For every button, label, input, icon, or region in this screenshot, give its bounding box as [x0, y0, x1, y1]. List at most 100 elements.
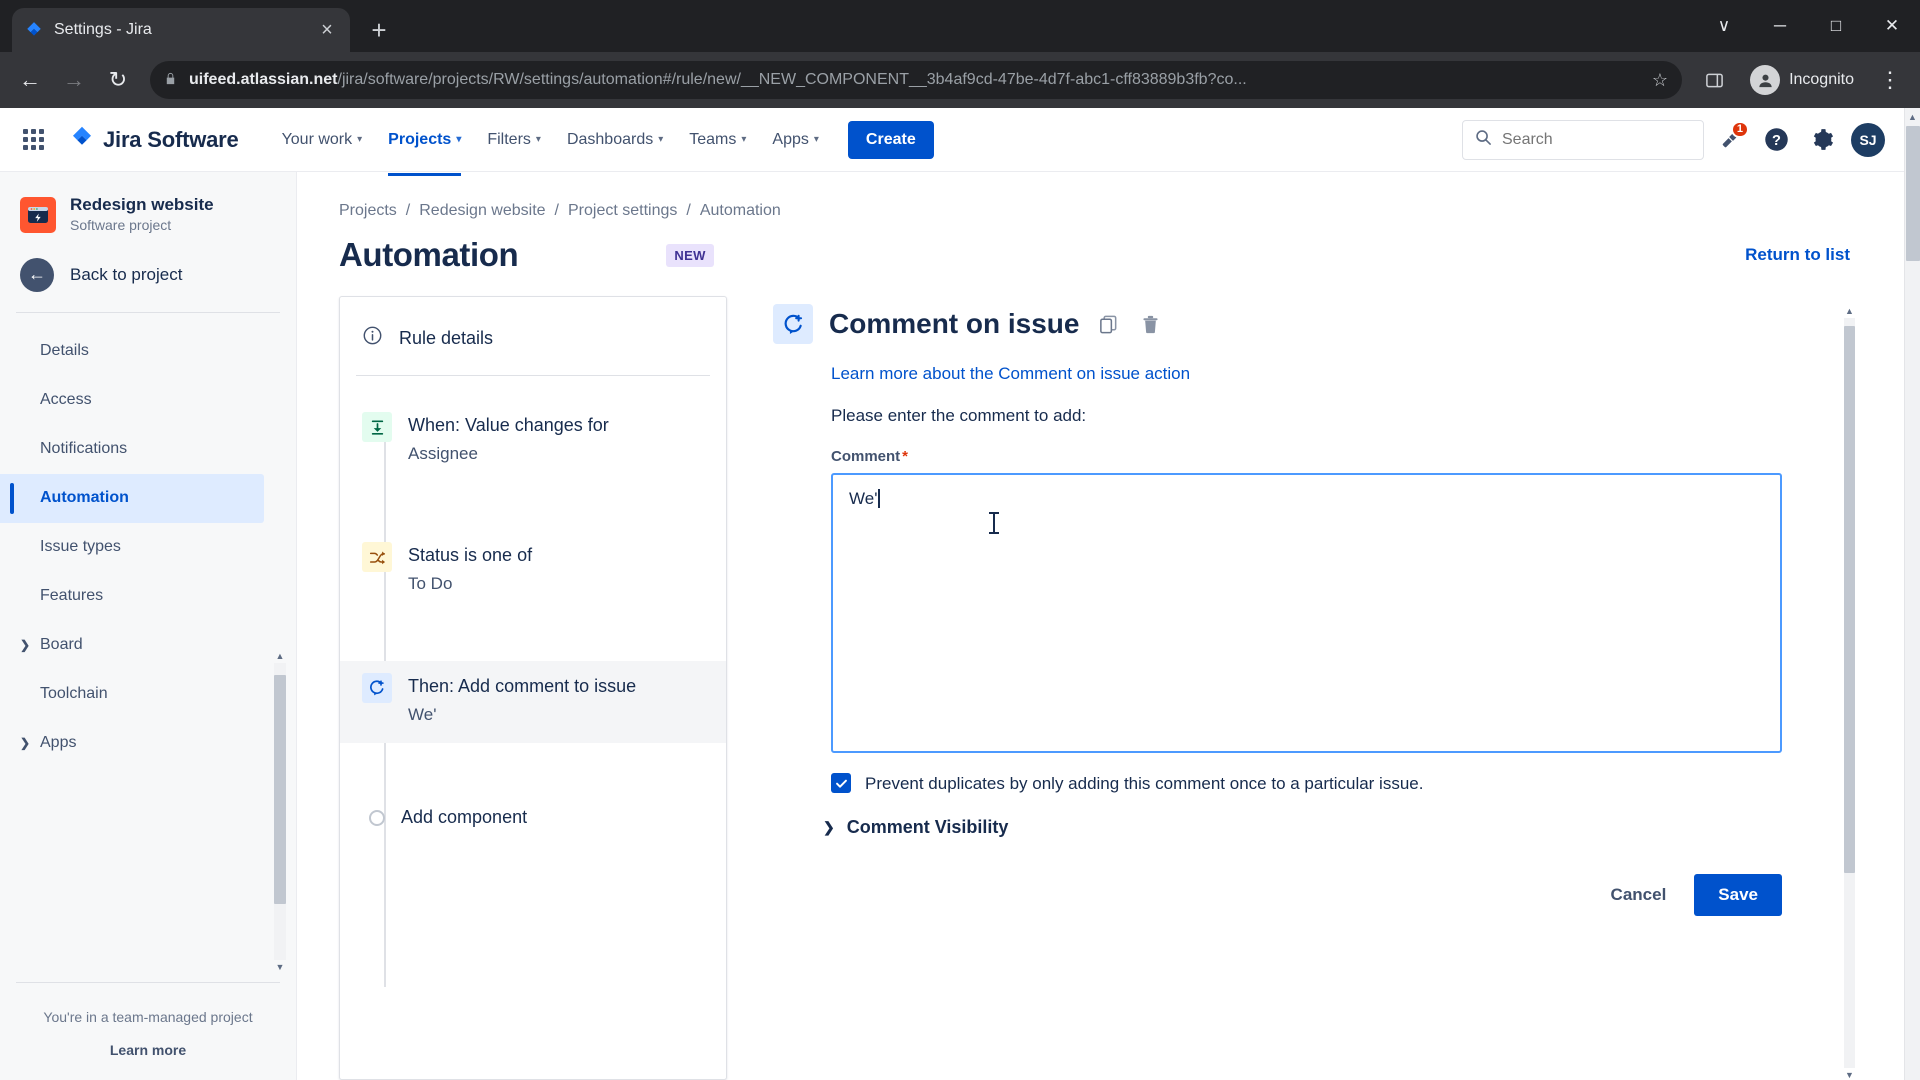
user-avatar[interactable]: SJ: [1848, 120, 1888, 160]
nav-item-filters[interactable]: Filters ▾: [476, 122, 552, 158]
nav-item-teams[interactable]: Teams ▾: [678, 122, 757, 158]
incognito-label: Incognito: [1789, 71, 1854, 88]
bookmark-star-icon[interactable]: ☆: [1652, 70, 1668, 91]
window-minimize-button[interactable]: ─: [1752, 0, 1808, 52]
comment-textarea[interactable]: We': [831, 473, 1782, 753]
reload-button-icon[interactable]: ↻: [98, 60, 138, 100]
sidebar-item-board[interactable]: ❯ Board: [0, 621, 264, 670]
nav-item-apps[interactable]: Apps ▾: [761, 122, 830, 158]
sidebar-item-notifications[interactable]: Notifications: [0, 425, 264, 474]
learn-more-link[interactable]: Learn more: [16, 1042, 280, 1058]
settings-gear-button[interactable]: [1802, 120, 1842, 160]
nav-item-label: Teams: [689, 130, 737, 148]
forward-button-icon[interactable]: →: [54, 60, 94, 100]
sidebar-scrollbar[interactable]: ▲ ▼: [273, 651, 287, 972]
browser-tab[interactable]: Settings - Jira ×: [12, 8, 350, 52]
nav-item-your-work[interactable]: Your work ▾: [271, 122, 374, 158]
help-button[interactable]: ?: [1756, 120, 1796, 160]
breadcrumb-automation[interactable]: Automation: [700, 202, 781, 220]
scroll-up-icon[interactable]: ▲: [276, 651, 285, 661]
url-path: /jira/software/projects/RW/settings/auto…: [337, 71, 1247, 88]
trash-icon[interactable]: [1137, 311, 1163, 337]
comment-visibility-label: Comment Visibility: [846, 816, 1009, 837]
comment-visibility-toggle[interactable]: ❯ Comment Visibility: [823, 817, 1904, 838]
window-chevron-icon[interactable]: ∨: [1696, 0, 1752, 52]
add-component-circle-icon: [369, 809, 385, 826]
side-panel-icon[interactable]: [1694, 60, 1734, 100]
sidebar-item-toolchain[interactable]: Toolchain: [0, 670, 264, 719]
sidebar-item-access[interactable]: Access: [0, 376, 264, 425]
scroll-down-icon[interactable]: ▼: [1845, 1070, 1854, 1080]
incognito-indicator[interactable]: Incognito: [1738, 60, 1866, 100]
search-box[interactable]: [1462, 119, 1704, 160]
rule-step-action[interactable]: Then: Add comment to issue We': [340, 660, 726, 744]
sidebar-scroll-thumb[interactable]: [274, 674, 286, 904]
sidebar-item-label: Issue types: [40, 538, 121, 556]
back-button-icon[interactable]: ←: [10, 60, 50, 100]
cancel-button[interactable]: Cancel: [1597, 875, 1681, 915]
page-title: Automation: [339, 236, 519, 273]
breadcrumb-project-settings[interactable]: Project settings: [568, 202, 677, 220]
rule-details-label: Rule details: [399, 327, 494, 348]
back-to-project-link[interactable]: ← Back to project: [0, 240, 296, 308]
rule-step-condition[interactable]: Status is one of To Do: [340, 530, 726, 612]
window-maximize-button[interactable]: □: [1808, 0, 1864, 52]
sidebar-scroll-track[interactable]: [274, 662, 286, 960]
create-button[interactable]: Create: [847, 120, 934, 159]
prevent-duplicates-checkbox[interactable]: [831, 773, 851, 793]
browser-menu-icon[interactable]: ⋮: [1870, 60, 1910, 100]
copy-icon[interactable]: [1095, 311, 1121, 337]
return-to-list-link[interactable]: Return to list: [1745, 245, 1850, 265]
scroll-down-icon[interactable]: ▼: [276, 962, 285, 972]
notification-badge: 1: [1730, 120, 1749, 138]
rule-details-row[interactable]: Rule details: [340, 297, 726, 375]
app-switcher-icon[interactable]: [16, 123, 50, 157]
window-close-button[interactable]: ✕: [1864, 0, 1920, 52]
nav-item-dashboards[interactable]: Dashboards ▾: [556, 122, 674, 158]
info-icon: [362, 325, 383, 351]
breadcrumb-redesign-website[interactable]: Redesign website: [419, 202, 545, 220]
sidebar-item-automation[interactable]: Automation: [0, 473, 264, 523]
chevron-right-icon[interactable]: ❯: [20, 736, 30, 750]
search-icon: [1475, 129, 1492, 151]
add-component-label: Add component: [401, 807, 528, 828]
nav-item-projects[interactable]: Projects ▾: [377, 122, 472, 176]
learn-more-link[interactable]: Learn more about the Comment on issue ac…: [831, 364, 1904, 384]
page-scrollbar[interactable]: ▲: [1904, 108, 1920, 1080]
scroll-up-icon[interactable]: ▲: [1908, 108, 1917, 125]
browser-toolbar: ← → ↻ uifeed.atlassian.net/jira/software…: [0, 52, 1920, 108]
arrow-left-icon: ←: [20, 257, 54, 292]
prevent-duplicates-row[interactable]: Prevent duplicates by only adding this c…: [831, 771, 1764, 797]
detail-scroll-thumb[interactable]: [1844, 325, 1855, 873]
rule-step-trigger[interactable]: When: Value changes for Assignee: [340, 400, 726, 482]
rule-step-gap: [340, 482, 726, 530]
svg-text:?: ?: [1772, 133, 1781, 149]
project-header[interactable]: Redesign website Software project: [0, 184, 296, 240]
search-input[interactable]: [1502, 130, 1691, 149]
sidebar-item-details[interactable]: Details: [0, 327, 264, 376]
page-scroll-thumb[interactable]: [1905, 126, 1920, 261]
notifications-button[interactable]: 1: [1710, 120, 1750, 160]
close-tab-icon[interactable]: ×: [316, 19, 338, 41]
required-asterisk: *: [902, 448, 909, 465]
sidebar-item-issue-types[interactable]: Issue types: [0, 523, 264, 572]
comment-field-label: Comment *: [831, 448, 1904, 465]
rule-step-gap: [340, 743, 726, 791]
save-button[interactable]: Save: [1694, 873, 1782, 916]
sidebar-item-apps[interactable]: ❯ Apps: [0, 719, 264, 768]
comment-label-text: Comment: [831, 448, 901, 465]
new-tab-button[interactable]: +: [360, 11, 398, 49]
breadcrumb-projects[interactable]: Projects: [339, 202, 397, 220]
detail-pane-scrollbar[interactable]: ▲ ▼: [1843, 306, 1856, 1080]
scroll-up-icon[interactable]: ▲: [1845, 306, 1854, 316]
detail-scroll-track[interactable]: [1844, 318, 1855, 1068]
breadcrumb-separator: /: [686, 202, 691, 219]
chevron-right-icon[interactable]: ❯: [20, 638, 30, 652]
chevron-down-icon: ▾: [813, 134, 819, 145]
project-header-text: Redesign website Software project: [70, 194, 214, 236]
sidebar-item-features[interactable]: Features: [0, 572, 264, 621]
rule-step-gap: [340, 613, 726, 661]
jira-home-link[interactable]: Jira Software: [60, 125, 249, 154]
address-bar[interactable]: uifeed.atlassian.net/jira/software/proje…: [150, 61, 1683, 99]
add-component-row[interactable]: Add component: [340, 791, 726, 856]
